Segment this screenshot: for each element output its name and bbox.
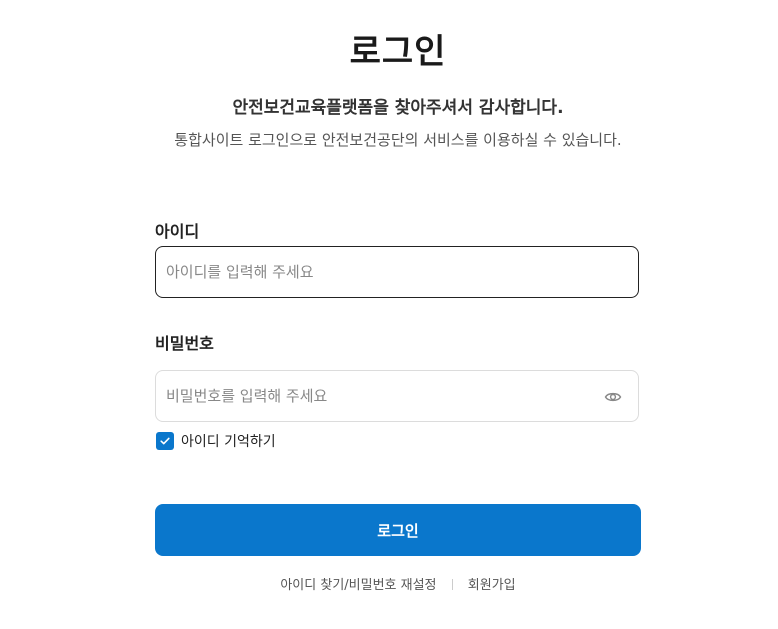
link-divider [451, 579, 453, 590]
password-label: 비밀번호 [155, 334, 214, 353]
login-button[interactable]: 로그인 [155, 504, 641, 556]
login-page: 로그인 안전보건교육플랫폼을 찾아주셔서 감사합니다. 통합사이트 로그인으로 … [0, 0, 778, 629]
signup-link[interactable]: 회원가입 [468, 578, 516, 593]
id-input[interactable] [166, 247, 596, 297]
id-label: 아이디 [155, 222, 200, 241]
remember-id-label: 아이디 기억하기 [181, 434, 276, 450]
welcome-message: 안전보건교육플랫폼을 찾아주셔서 감사합니다. [232, 98, 564, 118]
account-links: 아이디 찾기/비밀번호 재설정 회원가입 [0, 574, 778, 593]
checkbox-checked-icon[interactable] [156, 432, 174, 450]
id-field-container [155, 246, 639, 298]
eye-icon[interactable] [604, 388, 622, 406]
remember-id-checkbox[interactable]: 아이디 기억하기 [156, 431, 276, 451]
password-input[interactable] [166, 371, 596, 421]
password-field-container [155, 370, 639, 422]
service-description: 통합사이트 로그인으로 안전보건공단의 서비스를 이용하실 수 있습니다. [174, 131, 622, 149]
page-title: 로그인 [349, 32, 447, 72]
find-account-link[interactable]: 아이디 찾기/비밀번호 재설정 [280, 578, 436, 593]
